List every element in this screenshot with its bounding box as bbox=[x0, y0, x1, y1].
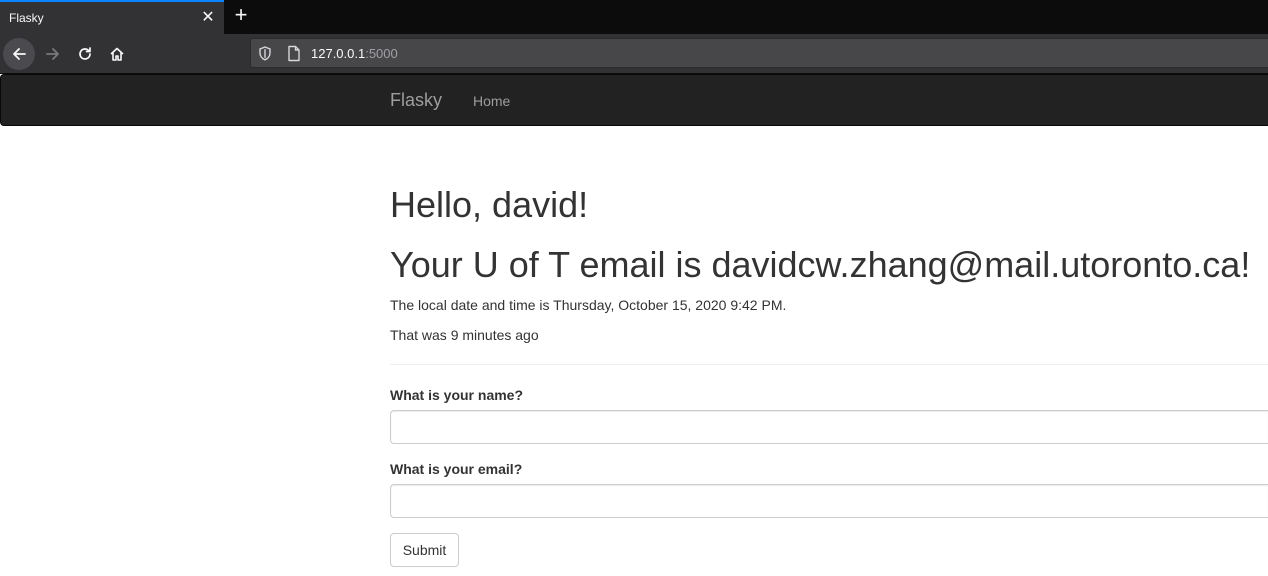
forward-icon[interactable] bbox=[37, 38, 69, 70]
tab-strip: Flasky ✕ + bbox=[0, 0, 1268, 34]
divider bbox=[390, 364, 1268, 365]
page-icon[interactable] bbox=[287, 45, 301, 67]
shield-icon[interactable] bbox=[258, 46, 272, 66]
close-icon[interactable]: ✕ bbox=[198, 8, 218, 28]
browser-tab[interactable]: Flasky ✕ bbox=[0, 0, 224, 34]
home-icon[interactable] bbox=[101, 38, 133, 70]
site-navbar: Flasky Home bbox=[0, 74, 1268, 126]
submit-button[interactable]: Submit bbox=[390, 533, 459, 567]
back-icon[interactable] bbox=[3, 38, 35, 70]
relative-time-text: That was 9 minutes ago bbox=[390, 327, 539, 343]
url-port: :5000 bbox=[365, 46, 398, 61]
name-label: What is your name? bbox=[390, 387, 524, 403]
greeting-heading: Hello, david! bbox=[390, 184, 589, 225]
email-label: What is your email? bbox=[390, 461, 523, 477]
reload-icon[interactable] bbox=[69, 38, 101, 70]
local-time-text: The local date and time is Thursday, Oct… bbox=[390, 297, 787, 313]
email-input[interactable] bbox=[390, 484, 1268, 518]
url-host: 127.0.0.1 bbox=[311, 46, 366, 61]
email-heading: Your U of T email is davidcw.zhang@mail.… bbox=[390, 244, 1251, 285]
name-input[interactable] bbox=[390, 410, 1268, 444]
tab-title: Flasky bbox=[9, 11, 44, 25]
address-bar[interactable]: 127.0.0.1:5000 bbox=[250, 38, 1268, 68]
url-text[interactable]: 127.0.0.1:5000 bbox=[311, 46, 398, 61]
nav-link-home[interactable]: Home bbox=[473, 93, 510, 109]
plus-icon[interactable]: + bbox=[229, 4, 253, 28]
navbar-brand[interactable]: Flasky bbox=[390, 90, 442, 111]
